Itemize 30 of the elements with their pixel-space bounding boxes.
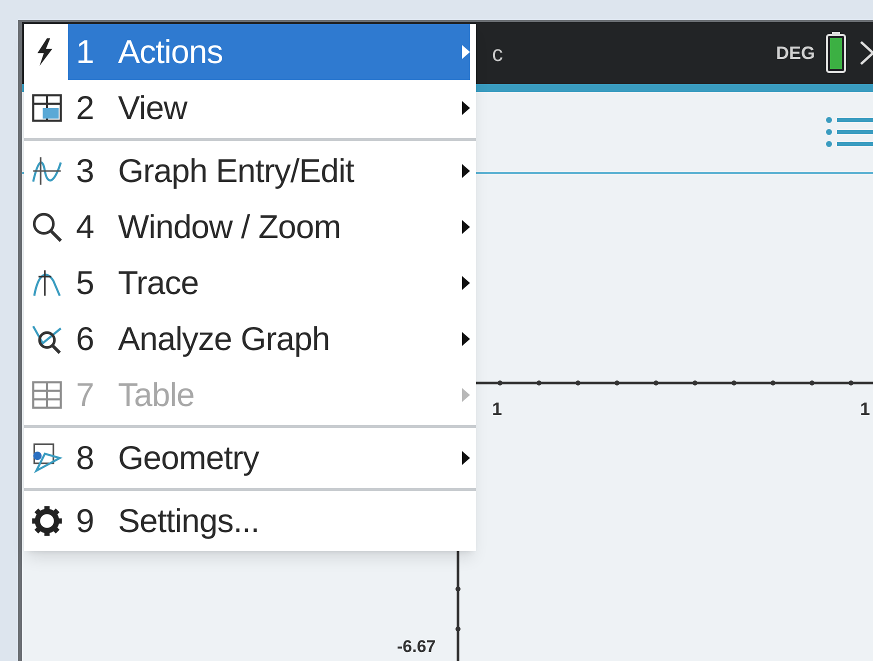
- list-icon[interactable]: [825, 114, 873, 150]
- menu-item[interactable]: 4 Window / Zoom: [68, 199, 470, 255]
- menu-item[interactable]: 3 Graph Entry/Edit: [68, 143, 470, 199]
- submenu-arrow-icon: [462, 101, 470, 115]
- table-icon: [30, 378, 64, 412]
- menu-item[interactable]: 1 Actions: [68, 24, 470, 80]
- menu-item[interactable]: 5 Trace: [68, 255, 470, 311]
- submenu-arrow-icon: [462, 332, 470, 346]
- function-graph-icon: [30, 154, 64, 188]
- angle-mode: DEG: [776, 42, 815, 64]
- menu-item[interactable]: 2 View: [68, 80, 470, 136]
- submenu-arrow-icon: [462, 276, 470, 290]
- menu-item[interactable]: 6 Analyze Graph: [68, 311, 470, 367]
- menu-item[interactable]: 8 Geometry: [68, 430, 470, 486]
- axis-label: -6.67: [397, 636, 436, 658]
- geometry-shape-icon: [30, 441, 64, 475]
- grid-window-icon: [30, 91, 64, 125]
- close-icon[interactable]: [859, 38, 873, 68]
- axis-label: 1: [492, 398, 502, 421]
- submenu-arrow-icon: [462, 388, 470, 402]
- submenu-arrow-icon: [462, 451, 470, 465]
- settings-icon: [30, 504, 64, 538]
- magnifier-icon: [30, 210, 64, 244]
- document-title: c: [492, 40, 503, 68]
- submenu-arrow-icon: [462, 220, 470, 234]
- battery-icon: [825, 32, 847, 74]
- submenu-arrow-icon: [462, 45, 470, 59]
- submenu-arrow-icon: [462, 164, 470, 178]
- axis-label: 1: [860, 398, 870, 421]
- menu-item[interactable]: 9 Settings...: [68, 493, 470, 549]
